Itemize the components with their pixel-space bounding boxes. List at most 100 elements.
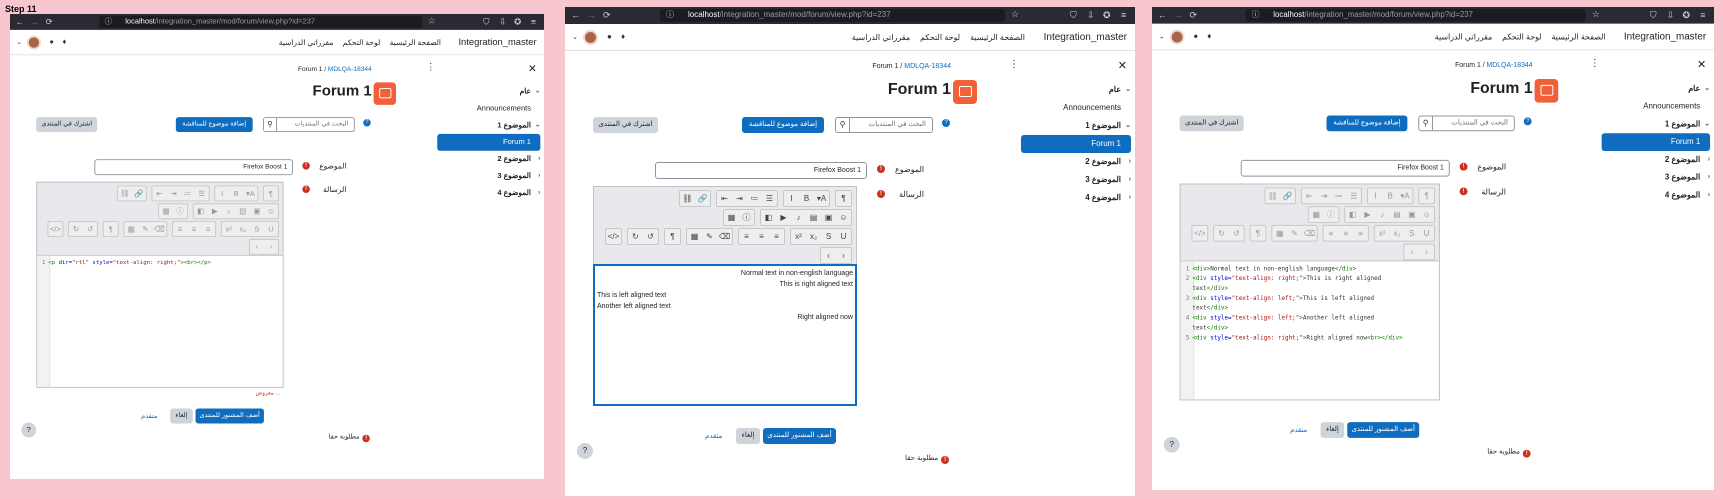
audio-icon[interactable]: ♪	[791, 210, 806, 225]
back-icon[interactable]: ←	[16, 17, 24, 26]
undo-icon[interactable]: ↺	[1229, 226, 1244, 241]
numbered-list-icon[interactable]: ≔	[181, 186, 195, 200]
add-discussion-button[interactable]: إضافة موضوع للمناقشة	[175, 117, 253, 133]
ltr-icon[interactable]: ¶	[104, 222, 118, 236]
breadcrumb-current[interactable]: MDLQA-18344	[328, 66, 372, 73]
course-index-item[interactable]: عام ⌄	[434, 83, 544, 100]
info-icon[interactable]: ⓘ	[739, 210, 754, 225]
post-button[interactable]: أضف المشنور للمنتدى	[763, 428, 836, 444]
download-icon[interactable]: ⇩	[1087, 10, 1095, 21]
align-right-icon[interactable]: ≡	[1324, 226, 1339, 241]
link-icon[interactable]: 🔗	[1280, 188, 1295, 203]
nav-left-icon[interactable]: ‹	[821, 248, 836, 263]
bell-icon[interactable]: ♦	[621, 32, 625, 41]
image-icon[interactable]: ▣	[1404, 207, 1419, 222]
help-icon[interactable]: ?	[363, 118, 371, 127]
course-index-item[interactable]: عام ⌄	[1598, 80, 1714, 98]
audio-icon[interactable]: ♪	[222, 204, 236, 218]
align-left-icon[interactable]: ≡	[201, 222, 215, 236]
course-index-item[interactable]: الموضوع 2 ›	[1598, 151, 1714, 169]
ltr-icon[interactable]: ¶	[1251, 226, 1266, 241]
nav-right-icon[interactable]: ›	[836, 248, 851, 263]
image-icon[interactable]: ▣	[821, 210, 836, 225]
superscript-icon[interactable]: x²	[791, 229, 806, 244]
font-size-icon[interactable]: ▾A	[814, 191, 829, 206]
strikethrough-icon[interactable]: S	[821, 229, 836, 244]
bookmark-star-icon[interactable]: ☆	[428, 16, 436, 26]
reload-icon[interactable]: ⟳	[46, 17, 53, 27]
table-icon[interactable]: ▦	[1272, 226, 1287, 241]
chevron-down-icon[interactable]: ⌄	[572, 33, 578, 41]
align-left-icon[interactable]: ≡	[769, 229, 784, 244]
menu-icon[interactable]: ≡	[1121, 10, 1126, 20]
advanced-link[interactable]: متقدم	[141, 412, 157, 420]
video-icon[interactable]: ▶	[1360, 207, 1375, 222]
bold-icon[interactable]: B	[799, 191, 814, 206]
emoji-icon[interactable]: ☺	[1419, 207, 1434, 222]
file-icon[interactable]: ▤	[1390, 207, 1405, 222]
message-editor[interactable]: 1 <p dir="rtl" style="text-align: right;"…	[36, 254, 284, 388]
link-icon[interactable]: 🔗	[132, 186, 146, 200]
course-index-item[interactable]: Forum 1	[1601, 133, 1711, 151]
more-options-icon[interactable]: ⋮	[1009, 59, 1019, 70]
italic-icon[interactable]: I	[215, 186, 229, 200]
course-index-item[interactable]: الموضوع 4 ›	[434, 185, 544, 202]
align-center-icon[interactable]: ≡	[187, 222, 201, 236]
edit-icon[interactable]: ✎	[702, 229, 717, 244]
more-options-icon[interactable]: ⋮	[426, 63, 435, 73]
outdent-icon[interactable]: ⇤	[152, 186, 166, 200]
media-icon[interactable]: ◧	[761, 210, 776, 225]
nav-right-icon[interactable]: ›	[1419, 245, 1434, 260]
course-index-item[interactable]: الموضوع 3 ›	[1017, 171, 1135, 189]
close-icon[interactable]: ✕	[528, 63, 537, 75]
back-icon[interactable]: ←	[1158, 10, 1167, 20]
redo-icon[interactable]: ↻	[1214, 226, 1229, 241]
extensions-icon[interactable]: ✪	[514, 17, 521, 27]
avatar[interactable]	[26, 35, 41, 50]
clear-icon[interactable]: ⌫	[1302, 226, 1317, 241]
align-right-icon[interactable]: ≡	[739, 229, 754, 244]
chat-icon[interactable]: ●	[49, 37, 54, 45]
breadcrumb-current[interactable]: MDLQA-18344	[904, 63, 951, 70]
reload-icon[interactable]: ⟳	[1189, 10, 1196, 21]
rtl-icon[interactable]: ¶	[836, 191, 851, 206]
unlink-icon[interactable]: ⛓	[118, 186, 132, 200]
help-button[interactable]: ?	[21, 422, 37, 438]
info-icon[interactable]: ⓘ	[173, 204, 187, 218]
media-icon[interactable]: ◧	[194, 204, 208, 218]
close-icon[interactable]: ✕	[1697, 58, 1706, 71]
course-index-item[interactable]: الموضوع 2 ›	[1017, 153, 1135, 171]
menu-icon[interactable]: ≡	[531, 17, 536, 26]
subscribe-button[interactable]: اشترك في المنتدى	[593, 117, 658, 133]
chat-icon[interactable]: ●	[1193, 32, 1198, 41]
search-input[interactable]: ⚲ البحث في المنتديات	[262, 117, 355, 133]
breadcrumb-parent[interactable]: Forum 1	[298, 66, 322, 73]
file-icon[interactable]: ▤	[236, 204, 250, 218]
chevron-icon[interactable]: ›	[538, 151, 540, 168]
chevron-icon[interactable]: ⌄	[1704, 115, 1710, 133]
rtl-icon[interactable]: ¶	[1419, 188, 1434, 203]
table-grid-icon[interactable]: ▦	[1309, 207, 1324, 222]
avatar[interactable]	[583, 30, 598, 45]
video-icon[interactable]: ▶	[776, 210, 791, 225]
nav-left-icon[interactable]: ‹	[1404, 245, 1419, 260]
align-center-icon[interactable]: ≡	[754, 229, 769, 244]
nav-my-courses[interactable]: مقرراتي الدراسية	[852, 33, 910, 42]
subscript-icon[interactable]: x₂	[806, 229, 821, 244]
table-icon[interactable]: ▦	[124, 222, 138, 236]
breadcrumb-parent[interactable]: Forum 1	[872, 63, 898, 70]
table-grid-icon[interactable]: ▦	[159, 204, 173, 218]
subscript-icon[interactable]: x₂	[1390, 226, 1405, 241]
bold-icon[interactable]: B	[229, 186, 243, 200]
clear-icon[interactable]: ⌫	[717, 229, 732, 244]
source-code-icon[interactable]: </>	[606, 229, 621, 244]
numbered-list-icon[interactable]: ≔	[747, 191, 762, 206]
chevron-down-icon[interactable]: ⌄	[1159, 33, 1165, 41]
chat-icon[interactable]: ●	[607, 32, 612, 41]
bell-icon[interactable]: ♦	[1207, 32, 1211, 41]
emoji-icon[interactable]: ☺	[836, 210, 851, 225]
nav-right-icon[interactable]: ›	[264, 240, 278, 254]
undo-icon[interactable]: ↺	[83, 222, 97, 236]
emoji-icon[interactable]: ☺	[264, 204, 278, 218]
subject-field[interactable]: Firefox Boost 1	[655, 162, 867, 179]
